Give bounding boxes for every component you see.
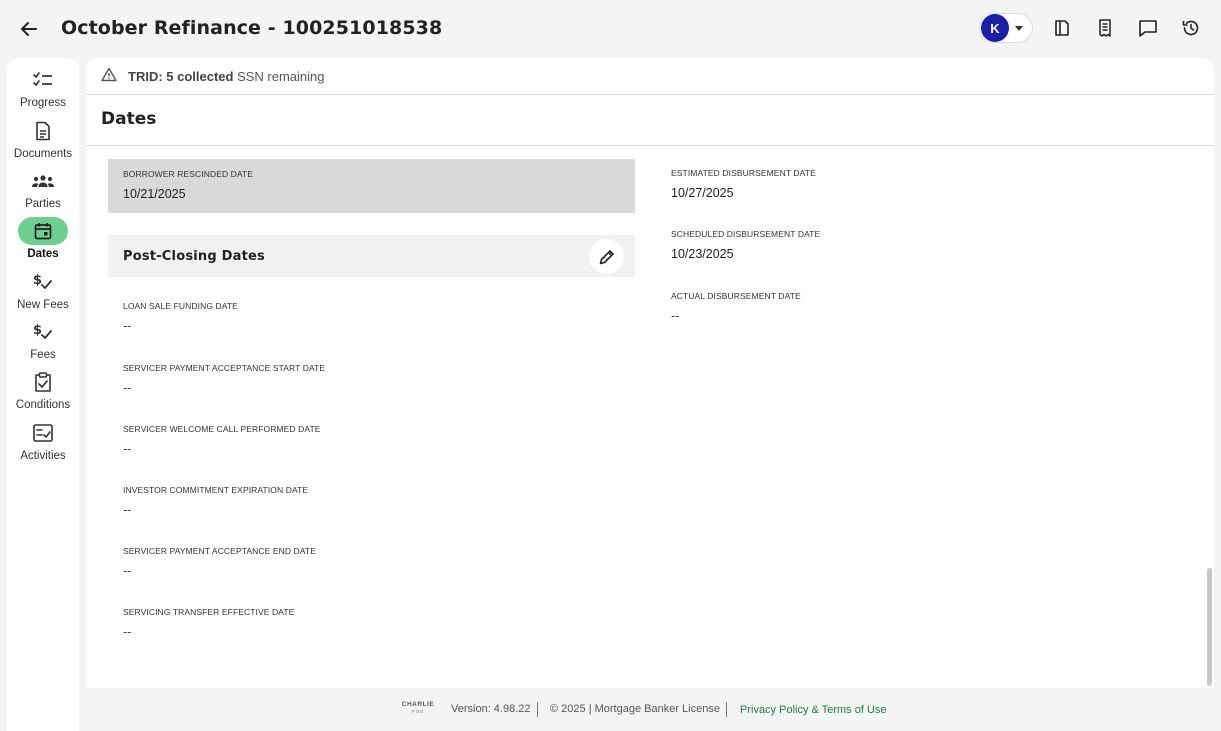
field-label: SERVICER PAYMENT ACCEPTANCE END DATE [123,546,316,556]
estimated-disbursement-date-field: ESTIMATED DISBURSEMENT DATE 10/27/2025 [671,168,1091,200]
chat-icon[interactable] [1133,14,1162,43]
divider [537,702,538,717]
post-closing-header: Post-Closing Dates [108,235,635,277]
field-value: -- [123,625,132,639]
version-text: Version: 4.98.22 [451,703,531,715]
document-icon [18,117,68,145]
sidebar-item-parties[interactable]: Parties [7,167,79,210]
sidebar-item-documents[interactable]: Documents [7,117,79,160]
field-value: -- [123,381,132,395]
field-value: 10/21/2025 [123,187,186,201]
page-title: October Refinance - 100251018538 [61,17,443,39]
alert-bold: TRID: 5 collected [128,69,234,84]
edit-button[interactable] [589,239,624,274]
user-menu-button[interactable]: K [979,13,1033,43]
sidebar-item-label: Fees [30,349,56,361]
alert-text: TRID: 5 collected SSN remaining [128,69,325,84]
field-label: SERVICER PAYMENT ACCEPTANCE START DATE [123,363,326,373]
scheduled-disbursement-date-field: SCHEDULED DISBURSEMENT DATE 10/23/2025 [671,229,1091,261]
field-value: -- [123,503,132,517]
servicing-transfer-effective-date-field: SERVICING TRANSFER EFFECTIVE DATE -- [123,607,603,639]
copyright-text: © 2025 | Mortgage Banker License [550,703,720,715]
field-label: SERVICER WELCOME CALL PERFORMED DATE [123,424,321,434]
top-bar: October Refinance - 100251018538 K [0,0,1221,58]
top-actions: K [979,13,1205,43]
field-label: SCHEDULED DISBURSEMENT DATE [671,229,821,239]
svg-text:$: $ [33,323,42,338]
footer: CHARLIE POS Version: 4.98.22 © 2025 | Mo… [79,688,1221,731]
clipboard-check-icon [18,368,68,396]
field-value: 10/27/2025 [671,186,734,200]
sidebar-item-label: Documents [13,148,73,160]
main-panel: TRID: 5 collected SSN remaining Dates BO… [86,58,1214,688]
field-value: 10/23/2025 [671,247,734,261]
field-value: -- [123,564,132,578]
logo-sub: POS [411,709,425,714]
field-label: LOAN SALE FUNDING DATE [123,301,238,311]
warning-icon [101,67,117,87]
activity-checklist-icon [18,419,68,447]
scrollbar[interactable] [1207,568,1212,686]
servicer-welcome-call-performed-date-field: SERVICER WELCOME CALL PERFORMED DATE -- [123,424,603,456]
avatar: K [981,14,1009,42]
field-label: SERVICING TRANSFER EFFECTIVE DATE [123,607,295,617]
sidebar-item-activities[interactable]: Activities [7,419,79,462]
privacy-policy-link[interactable]: Privacy Policy & Terms of Use [740,704,887,716]
loan-sale-funding-date-field: LOAN SALE FUNDING DATE -- [123,301,603,333]
field-value: -- [123,319,132,333]
people-icon [18,167,68,195]
chevron-down-icon [1015,25,1023,31]
field-label: INVESTOR COMMITMENT EXPIRATION DATE [123,485,309,495]
calendar-icon [18,217,68,245]
alert-rest: SSN remaining [233,69,325,84]
svg-text:$: $ [33,273,42,288]
field-label: BORROWER RESCINDED DATE [123,169,254,179]
field-value: -- [671,309,680,323]
fee-check-icon: $ [18,268,68,296]
sidebar-item-label: Dates [27,248,59,260]
fee-check-icon: $ [18,318,68,346]
field-value: -- [123,442,132,456]
sidebar-item-label: Activities [20,450,66,462]
sidebar: Progress Documents Parties Dates $ New F… [7,58,79,731]
sidebar-item-fees[interactable]: $ Fees [7,318,79,361]
back-arrow-icon[interactable] [16,16,42,42]
divider [726,702,727,717]
checklist-icon [18,66,68,94]
trid-alert: TRID: 5 collected SSN remaining [86,58,1214,95]
sidebar-item-dates[interactable]: Dates [7,217,79,260]
notes-icon[interactable] [1047,14,1076,43]
charlie-logo: CHARLIE POS [397,701,439,717]
actual-disbursement-date-field: ACTUAL DISBURSEMENT DATE -- [671,291,1091,323]
sidebar-item-label: Parties [25,198,61,210]
divider [86,145,1214,146]
borrower-rescinded-date-field: BORROWER RESCINDED DATE 10/21/2025 [108,159,635,213]
post-closing-title: Post-Closing Dates [123,249,265,264]
servicer-payment-acceptance-end-date-field: SERVICER PAYMENT ACCEPTANCE END DATE -- [123,546,603,578]
field-label: ACTUAL DISBURSEMENT DATE [671,291,801,301]
section-title: Dates [101,109,157,129]
sidebar-item-progress[interactable]: Progress [7,66,79,109]
field-label: ESTIMATED DISBURSEMENT DATE [671,168,816,178]
logo-brand: CHARLIE [401,701,435,708]
sidebar-item-label: Progress [19,97,67,109]
sidebar-item-label: Conditions [15,399,71,411]
investor-commitment-expiration-date-field: INVESTOR COMMITMENT EXPIRATION DATE -- [123,485,603,517]
receipt-icon[interactable] [1090,14,1119,43]
servicer-payment-acceptance-start-date-field: SERVICER PAYMENT ACCEPTANCE START DATE -… [123,363,603,395]
sidebar-item-label: New Fees [17,299,69,311]
pencil-icon [599,249,614,264]
sidebar-item-conditions[interactable]: Conditions [7,368,79,411]
sidebar-item-new-fees[interactable]: $ New Fees [7,268,79,311]
history-icon[interactable] [1176,14,1205,43]
